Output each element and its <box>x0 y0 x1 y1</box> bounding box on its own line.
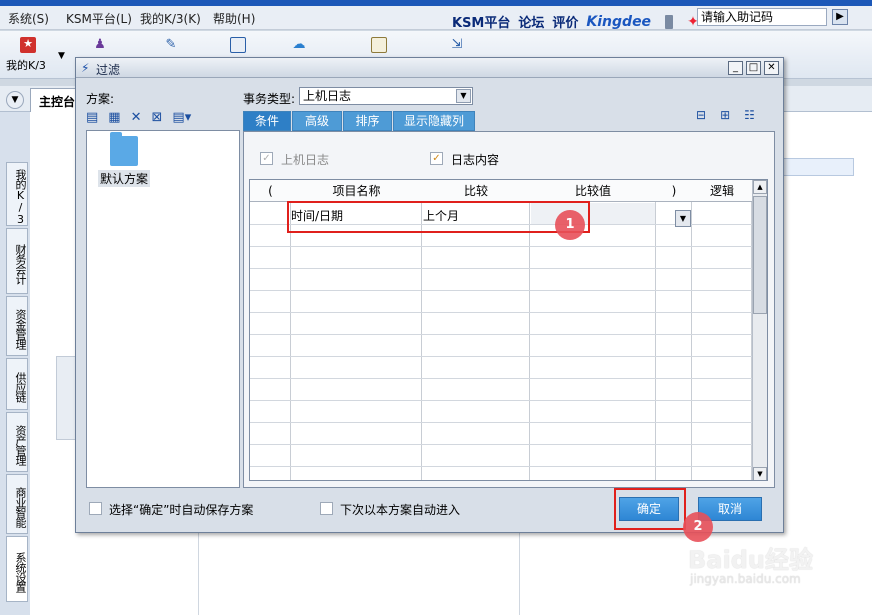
scroll-down-button[interactable]: ▼ <box>753 467 767 480</box>
brand-links: KSM平台 论坛 评价 Kingdee ✦ <box>452 12 699 32</box>
scroll-thumb[interactable] <box>753 196 767 314</box>
save-as-icon[interactable]: ▦ <box>108 110 120 125</box>
grid-row-line <box>250 334 752 335</box>
step-marker: 1 <box>555 210 585 240</box>
tab-show-hide-columns[interactable]: 显示隐藏列 <box>393 111 475 131</box>
grid-header-logic[interactable]: 逻辑 <box>692 180 752 202</box>
menu-my-k3[interactable]: 我的K/3(K) <box>140 10 201 27</box>
menu-help[interactable]: 帮助(H) <box>213 10 255 27</box>
chevron-down-icon[interactable]: ▼ <box>456 89 471 103</box>
close-button[interactable]: ✕ <box>764 61 779 75</box>
auto-enter-label: 下次以本方案自动进入 <box>340 503 461 517</box>
biz-type-value: 上机日志 <box>303 89 352 103</box>
auto-save-checkbox[interactable] <box>89 502 102 515</box>
log-content-label: 日志内容 <box>451 153 500 167</box>
vtab-supply-chain[interactable]: 供应链 <box>6 358 28 410</box>
grid-header-value[interactable]: 比较值 <box>530 180 656 202</box>
users-icon[interactable]: ♟ <box>92 37 108 53</box>
vtab-funds[interactable]: 资金管理 <box>6 296 28 356</box>
plan-default-item[interactable]: 默认方案 <box>98 170 151 187</box>
ksm-link[interactable]: KSM平台 <box>452 12 510 31</box>
dialog-title-bar[interactable]: ⚡ 过滤 _ □ ✕ <box>76 58 783 78</box>
workspace-strip <box>780 158 854 176</box>
tab-advanced[interactable]: 高级 <box>292 111 342 131</box>
tab-main-console[interactable]: 主控台 <box>30 88 78 112</box>
kingdee-logo: Kingdee <box>586 13 652 30</box>
chat-icon[interactable]: ☁ <box>291 37 307 53</box>
edit-icon[interactable] <box>371 37 387 53</box>
grid-header-compare[interactable]: 比较 <box>422 180 530 202</box>
filter-icon: ⚡ <box>81 61 90 75</box>
helpcode-go-button[interactable]: ▶ <box>832 9 848 25</box>
vtab-system-settings[interactable]: 系统设置 <box>6 536 28 602</box>
grid-row-line <box>250 422 752 423</box>
tab-condition[interactable]: 条件 <box>243 111 291 131</box>
grid-row-line <box>250 466 752 467</box>
tab-sort[interactable]: 排序 <box>343 111 392 131</box>
chevron-down-icon[interactable]: ▼ <box>58 51 65 61</box>
helpcode-input[interactable]: 请输入助记码 <box>697 8 827 26</box>
menu-ksm[interactable]: KSM平台(L) <box>66 10 132 27</box>
vtab-bi[interactable]: 商业智能 <box>6 474 28 534</box>
plan-label: 方案: <box>86 92 115 106</box>
condition-toolbar: ⊟ ⊞ ☷ <box>696 108 755 122</box>
grid-header-field[interactable]: 项目名称 <box>291 180 422 202</box>
minimize-button[interactable]: _ <box>728 61 743 75</box>
scroll-up-button[interactable]: ▲ <box>753 180 767 194</box>
clear-icon[interactable]: ⊠ <box>152 110 163 125</box>
insert-row-icon[interactable]: ⊟ <box>696 108 706 122</box>
workspace-divider <box>198 530 199 615</box>
highlight-box <box>614 488 686 530</box>
grid-row-line <box>250 246 752 247</box>
append-row-icon[interactable]: ⊞ <box>720 108 730 122</box>
folder-icon[interactable] <box>110 132 138 166</box>
auto-enter-checkbox[interactable] <box>320 502 333 515</box>
calculator-icon[interactable] <box>230 37 246 53</box>
delete-icon[interactable]: ✕ <box>131 110 142 125</box>
pen-icon[interactable]: ✎ <box>163 37 179 53</box>
grid-row-line <box>250 290 752 291</box>
grid-row-line <box>250 356 752 357</box>
more-icon[interactable]: ▤▾ <box>172 110 191 125</box>
maximize-button[interactable]: □ <box>746 61 761 75</box>
chevron-down-icon[interactable]: ▼ <box>675 210 691 227</box>
login-log-checkbox[interactable]: ✓ <box>260 152 273 165</box>
export-icon[interactable]: ⇲ <box>449 37 465 53</box>
grid-column <box>250 180 291 480</box>
side-vertical-tabs: 我的K/3 财务会计 资金管理 供应链 资产管理 商业智能 系统设置 <box>0 112 30 615</box>
review-link[interactable]: 评价 <box>552 12 578 31</box>
auto-save-label: 选择“确定”时自动保存方案 <box>109 503 254 517</box>
dialog-title: 过滤 <box>96 63 121 77</box>
save-icon[interactable]: ▤ <box>86 110 98 125</box>
grid-row-line <box>250 268 752 269</box>
log-content-checkbox[interactable]: ✓ <box>430 152 443 165</box>
vtab-finance[interactable]: 财务会计 <box>6 228 28 294</box>
phone-icon[interactable] <box>665 14 674 29</box>
plan-toolbar: ▤ ▦ ✕ ⊠ ▤▾ <box>86 110 191 125</box>
highlight-box <box>287 201 590 233</box>
grid-row-line <box>250 312 752 313</box>
delete-row-icon[interactable]: ☷ <box>744 108 755 122</box>
filter-dialog: ⚡ 过滤 _ □ ✕ 方案: ▤ ▦ ✕ ⊠ ▤▾ 默认方案 事务类型: 上机日… <box>75 57 784 533</box>
grid-header-open-paren[interactable]: ( <box>250 180 291 202</box>
watermark-url: jingyan.baidu.com <box>690 572 801 586</box>
vtab-my-k3[interactable]: 我的K/3 <box>6 162 28 226</box>
step-marker: 2 <box>683 512 713 542</box>
biz-type-select[interactable]: 上机日志 ▼ <box>299 87 473 105</box>
workspace-divider <box>519 530 520 615</box>
grid-column <box>692 180 752 480</box>
watermark: Baidu经验 <box>688 546 813 574</box>
grid-row-line <box>250 400 752 401</box>
grid-header-close-paren[interactable]: ) <box>656 180 692 202</box>
grid-row-line <box>250 444 752 445</box>
vtab-assets[interactable]: 资产管理 <box>6 412 28 472</box>
menu-system[interactable]: 系统(S) <box>8 10 49 27</box>
login-log-label: 上机日志 <box>281 153 330 167</box>
biz-type-label: 事务类型: <box>243 92 296 106</box>
grid-row-line <box>250 378 752 379</box>
forum-link[interactable]: 论坛 <box>518 12 544 31</box>
toolbar-my-k3-label[interactable]: 我的K/3 <box>6 57 46 73</box>
tab-menu-button[interactable]: ▼ <box>6 91 24 109</box>
star-icon[interactable]: ★ <box>20 37 36 53</box>
